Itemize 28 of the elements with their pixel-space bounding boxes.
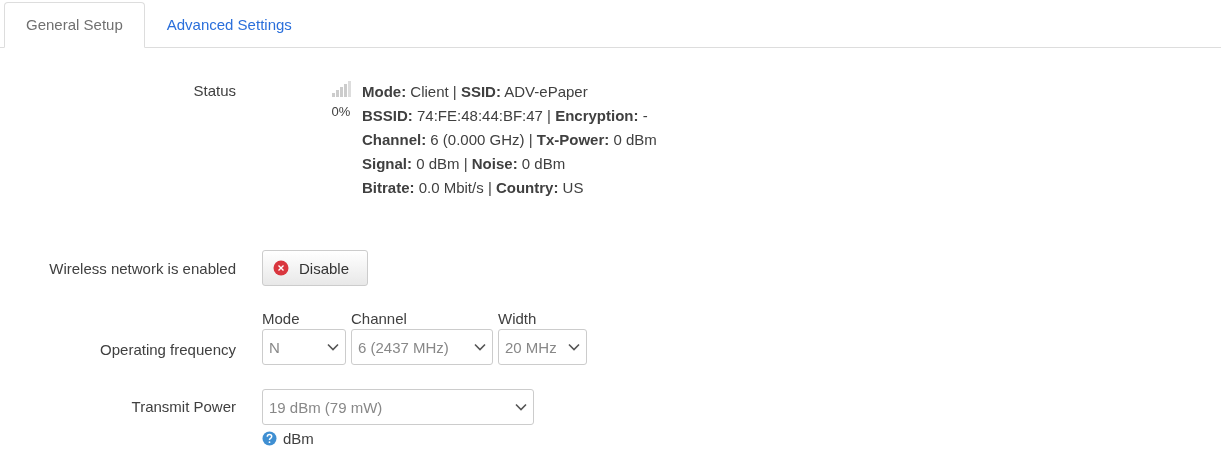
select-field[interactable]: 20 MHz (498, 329, 587, 365)
tab[interactable]: Advanced Settings (144, 2, 314, 48)
signal-icon (331, 81, 351, 97)
select-caption: Mode (262, 309, 301, 329)
close-icon (273, 260, 289, 276)
help-text: dBm (283, 430, 314, 447)
signal-percent: 0% (331, 104, 351, 119)
status-line: Bitrate: 0.0 Mbit/s | Country: US (362, 178, 585, 198)
select-field[interactable]: 19 dBm (79 mW) (262, 389, 534, 425)
field-label: Operating frequency (99, 341, 236, 360)
caret-icon (474, 343, 486, 351)
caret-icon (568, 343, 580, 351)
caret-icon (327, 343, 339, 351)
caret-icon (515, 403, 527, 411)
help-icon (262, 431, 277, 446)
select-caption: Channel (351, 309, 408, 329)
select-field[interactable]: 6 (2437 MHz) (351, 329, 493, 365)
select-caption: Width (498, 309, 538, 329)
status-line: Signal: 0 dBm | Noise: 0 dBm (362, 154, 567, 174)
field-label: Wireless network is enabled (48, 259, 236, 277)
field-label: Transmit Power (130, 397, 236, 417)
field-label: Status (192, 81, 236, 101)
status-line: Mode: Client | SSID: ADV-ePaper (362, 82, 589, 102)
tab[interactable]: General Setup (4, 2, 145, 48)
status-line: BSSID: 74:FE:48:44:BF:47 | Encryption: - (362, 106, 649, 126)
status-line: Channel: 6 (0.000 GHz) | Tx-Power: 0 dBm (362, 130, 657, 150)
disable-button[interactable]: Disable (262, 250, 369, 286)
select-field[interactable]: N (262, 329, 346, 365)
